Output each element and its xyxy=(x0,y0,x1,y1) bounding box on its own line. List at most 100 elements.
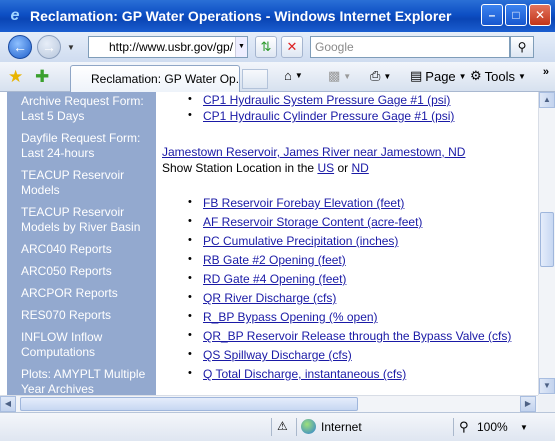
new-tab-button[interactable] xyxy=(242,69,268,89)
bullet: • xyxy=(188,253,192,265)
sidebar-item-label: Archive Request Form: xyxy=(21,94,144,108)
location-nd-link[interactable]: ND xyxy=(351,161,368,175)
tab-current[interactable]: Reclamation: GP Water Op... xyxy=(70,65,240,92)
add-favorites-icon[interactable]: ✚ xyxy=(35,67,49,87)
page-menu-label: Page xyxy=(425,68,456,84)
feeds-button[interactable]: ▩ ▼ xyxy=(328,68,351,84)
station-location-or: or xyxy=(334,161,352,175)
sidebar-item-teacup-basin[interactable]: TEACUP Reservoir Models by River Basin xyxy=(21,205,151,235)
scroll-right-arrow-icon[interactable]: ▶ xyxy=(520,396,536,412)
sidebar-item-label: Last 5 Days xyxy=(21,109,85,123)
sidebar-item-label: ARC040 Reports xyxy=(21,242,112,256)
main-content: • CP1 Hydraulic System Pressure Gage #1 … xyxy=(162,92,538,395)
sidebar-item-inflow[interactable]: INFLOW Inflow Computations xyxy=(21,330,151,360)
forward-button[interactable]: → xyxy=(37,35,61,59)
station-title-link[interactable]: Jamestown Reservoir, James River near Ja… xyxy=(162,145,465,159)
globe-icon xyxy=(301,419,316,434)
param-link[interactable]: CP1 Hydraulic Cylinder Pressure Gage #1 … xyxy=(203,109,454,123)
status-divider xyxy=(453,418,454,436)
sidebar-item-arc040[interactable]: ARC040 Reports xyxy=(21,242,151,257)
param-link[interactable]: PC Cumulative Precipitation (inches) xyxy=(203,234,398,248)
param-link[interactable]: QR River Discharge (cfs) xyxy=(203,291,336,305)
param-link[interactable]: QR_BP Reservoir Release through the Bypa… xyxy=(203,329,511,343)
protected-mode-icon: ⚠ xyxy=(277,419,288,433)
sidebar-item-res070[interactable]: RES070 Reports xyxy=(21,308,151,323)
param-link[interactable]: AF Reservoir Storage Content (acre-feet) xyxy=(203,215,422,229)
favorites-star-icon[interactable]: ★ xyxy=(8,67,23,87)
param-link[interactable]: R_BP Bypass Opening (% open) xyxy=(203,310,378,324)
tools-menu-button[interactable]: ⚙ Tools ▼ xyxy=(470,68,526,84)
sidebar-item-label: Dayfile Request Form: xyxy=(21,131,141,145)
sidebar-item-label: TEACUP Reservoir xyxy=(21,168,125,182)
sidebar-item-label: Last 24-hours xyxy=(21,146,95,160)
command-bar: ★ ✚ Reclamation: GP Water Op... ⌂ ▼ ▩ ▼ ⎙ ▼… xyxy=(0,62,555,92)
sidebar-item-label: Models xyxy=(21,183,60,197)
sidebar-item-label: Computations xyxy=(21,345,96,359)
rss-icon: ▩ xyxy=(328,68,341,83)
param-link[interactable]: Q Total Discharge, instantaneous (cfs) xyxy=(203,367,406,381)
param-link[interactable]: FB Reservoir Forebay Elevation (feet) xyxy=(203,196,404,210)
scroll-down-arrow-icon[interactable]: ▼ xyxy=(539,378,555,394)
home-button[interactable]: ⌂ ▼ xyxy=(284,68,303,83)
sidebar-item-archive-request[interactable]: Archive Request Form: Last 5 Days xyxy=(21,94,151,124)
sidebar-item-label: Plots: AMYPLT Multiple xyxy=(21,367,146,381)
status-bar: ⚠ Internet ⚲ 100% ▼ xyxy=(0,412,555,441)
sidebar-item-arc050[interactable]: ARC050 Reports xyxy=(21,264,151,279)
param-link[interactable]: RD Gate #4 Opening (feet) xyxy=(203,272,346,286)
page-menu-button[interactable]: ▤ Page ▼ xyxy=(410,68,467,84)
sidebar-nav: Archive Request Form: Last 5 Days Dayfile… xyxy=(7,92,156,395)
search-button[interactable]: ⚲ xyxy=(510,36,534,58)
stop-icon: ✕ xyxy=(286,39,298,54)
more-commands-icon[interactable]: » xyxy=(543,66,549,78)
sidebar-item-amyplt[interactable]: Plots: AMYPLT Multiple Year Archives xyxy=(21,367,151,395)
refresh-button[interactable]: ⇅ xyxy=(255,36,277,58)
close-button[interactable]: ✕ xyxy=(529,4,551,26)
search-icon: ⚲ xyxy=(517,40,527,54)
title-bar: e Reclamation: GP Water Operations - Win… xyxy=(0,0,555,32)
horizontal-scrollbar[interactable]: ◀ ▶ xyxy=(0,395,538,412)
zoom-dropdown-icon[interactable]: ▼ xyxy=(520,423,528,432)
search-input[interactable]: Google xyxy=(310,36,510,58)
bullet: • xyxy=(188,367,192,379)
history-dropdown-icon[interactable]: ▼ xyxy=(67,43,75,52)
sidebar-item-label: Year Archives xyxy=(21,382,94,395)
ie-window: e Reclamation: GP Water Operations - Win… xyxy=(0,0,555,441)
sidebar-item-teacup-models[interactable]: TEACUP Reservoir Models xyxy=(21,168,151,198)
location-us-link[interactable]: US xyxy=(317,161,334,175)
stop-button[interactable]: ✕ xyxy=(281,36,303,58)
security-zone-label: Internet xyxy=(321,420,362,434)
zoom-icon[interactable]: ⚲ xyxy=(459,419,469,435)
maximize-button[interactable]: □ xyxy=(505,4,527,26)
bullet: • xyxy=(188,234,192,246)
sidebar-item-label: RES070 Reports xyxy=(21,308,112,322)
printer-icon: ⎙ xyxy=(370,68,381,83)
vertical-scroll-thumb[interactable] xyxy=(540,212,554,267)
url-text: http://www.usbr.gov/gp/ xyxy=(109,40,234,54)
scroll-up-arrow-icon[interactable]: ▲ xyxy=(539,92,555,108)
sidebar-item-dayfile-request[interactable]: Dayfile Request Form: Last 24-hours xyxy=(21,131,151,161)
horizontal-scroll-thumb[interactable] xyxy=(20,397,358,411)
url-dropdown-icon[interactable]: ▼ xyxy=(235,37,247,57)
url-input[interactable]: http://www.usbr.gov/gp/ ▼ xyxy=(88,36,248,58)
param-link[interactable]: QS Spillway Discharge (cfs) xyxy=(203,348,352,362)
back-button[interactable]: ← xyxy=(8,35,32,59)
bullet: • xyxy=(188,215,192,227)
station-location-line: Show Station Location in the US or ND xyxy=(162,161,369,175)
scroll-left-arrow-icon[interactable]: ◀ xyxy=(0,396,16,412)
back-arrow-icon: ← xyxy=(13,39,27,55)
zoom-level[interactable]: 100% xyxy=(477,420,508,434)
vertical-scrollbar[interactable]: ▲ ▼ xyxy=(538,92,555,395)
param-link[interactable]: CP1 Hydraulic System Pressure Gage #1 (p… xyxy=(203,93,450,107)
tab-title: Reclamation: GP Water Op... xyxy=(91,72,240,86)
print-button[interactable]: ⎙ ▼ xyxy=(370,68,391,84)
param-link[interactable]: RB Gate #2 Opening (feet) xyxy=(203,253,346,267)
forward-arrow-icon: → xyxy=(42,39,56,55)
window-title: Reclamation: GP Water Operations - Windo… xyxy=(30,8,452,24)
bullet: • xyxy=(188,109,192,121)
station-location-prefix: Show Station Location in the xyxy=(162,161,318,175)
bullet: • xyxy=(188,310,192,322)
bullet: • xyxy=(188,196,192,208)
minimize-button[interactable]: – xyxy=(481,4,503,26)
sidebar-item-arcpor[interactable]: ARCPOR Reports xyxy=(21,286,151,301)
status-divider xyxy=(296,418,297,436)
